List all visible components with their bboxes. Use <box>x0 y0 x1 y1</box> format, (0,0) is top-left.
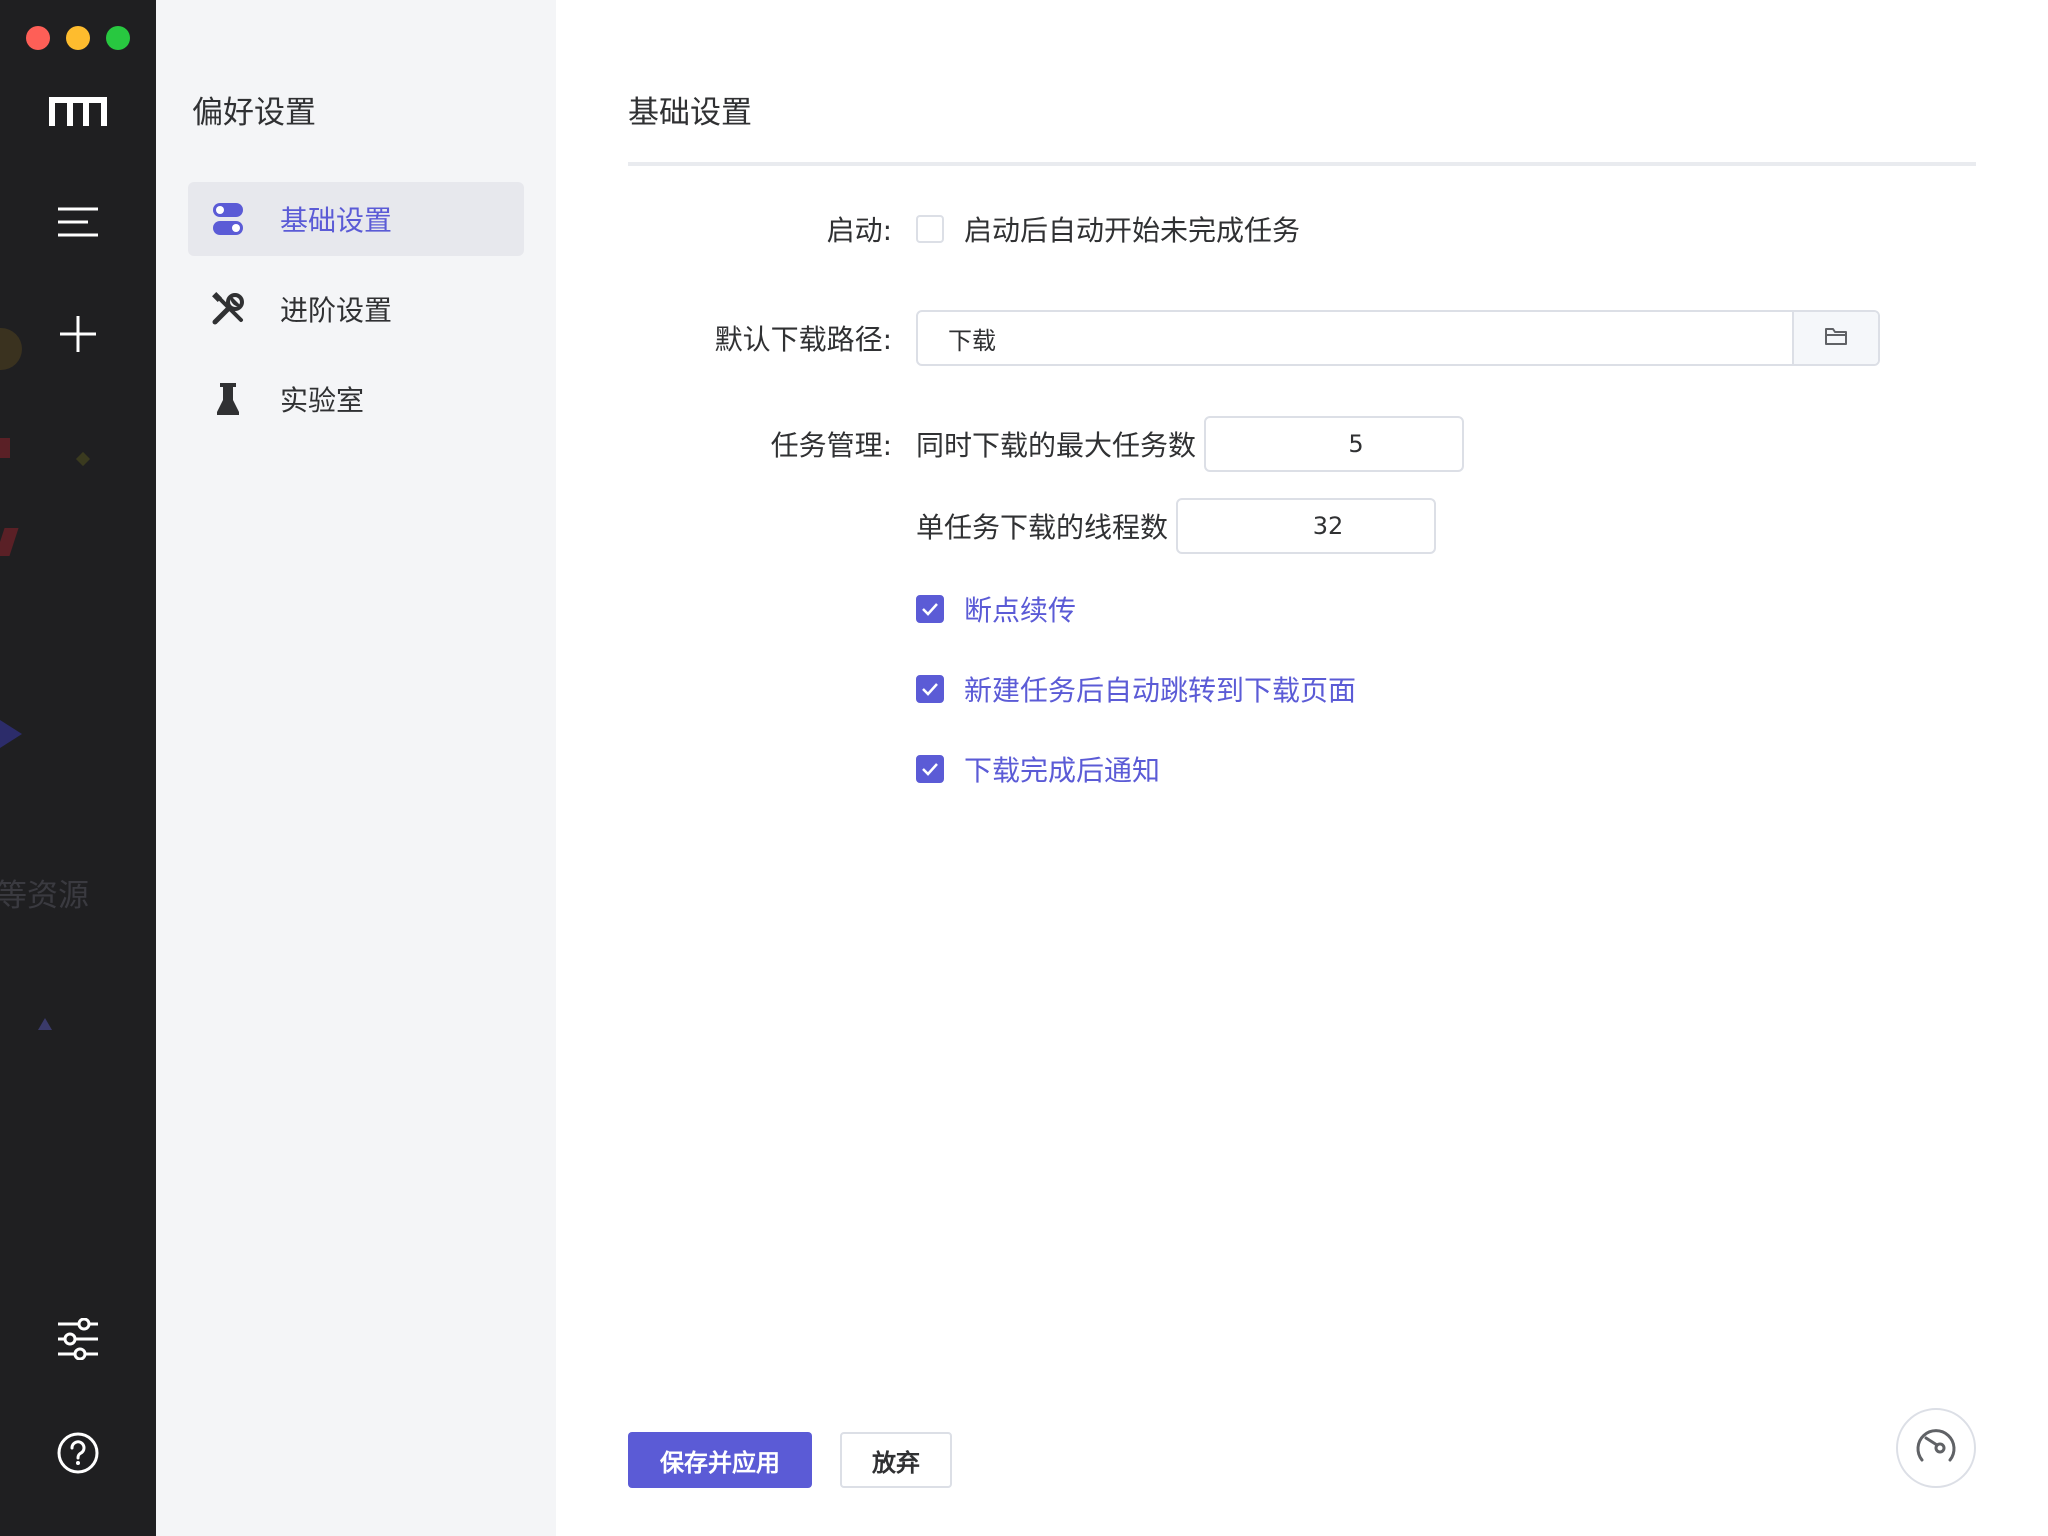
max-concurrent-row: 任务管理: 同时下载的最大任务数 <box>628 416 1976 472</box>
max-concurrent-input[interactable] <box>1206 418 1463 470</box>
window-controls <box>26 26 130 50</box>
background-text: 等资源 <box>0 878 89 914</box>
app-window: 等资源 偏好设置 基础设置 进阶设置 实验室 基础设置 启动: 启动后自动开始未… <box>0 0 2048 1536</box>
download-path-field <box>916 310 1880 366</box>
auto-resume-checkbox[interactable] <box>916 215 944 243</box>
window-minimize-button[interactable] <box>66 26 90 50</box>
window-maximize-button[interactable] <box>106 26 130 50</box>
discard-button[interactable]: 放弃 <box>840 1432 952 1488</box>
auto-jump-label[interactable]: 新建任务后自动跳转到下载页面 <box>964 669 1356 709</box>
basic-settings-form: 启动: 启动后自动开始未完成任务 默认下载路径: 下载 任务管理: 同时下载的最… <box>628 204 1976 794</box>
background-shape <box>75 451 91 467</box>
speedometer-button[interactable] <box>1896 1408 1976 1488</box>
background-shape <box>0 720 22 748</box>
auto-resume-label[interactable]: 启动后自动开始未完成任务 <box>964 209 1300 249</box>
check-icon <box>922 683 938 696</box>
sidebar-title: 偏好设置 <box>192 95 316 131</box>
check-icon <box>922 603 938 616</box>
nav-item-label: 实验室 <box>280 384 365 417</box>
check-icon <box>922 763 938 776</box>
resume-label[interactable]: 断点续传 <box>964 589 1076 629</box>
background-shape <box>0 328 22 370</box>
app-rail: 等资源 <box>0 0 156 1536</box>
nav-item-basic[interactable]: 基础设置 <box>188 182 524 256</box>
preferences-sidebar: 偏好设置 基础设置 进阶设置 实验室 <box>156 0 556 1536</box>
help-icon[interactable] <box>57 1432 99 1474</box>
window-close-button[interactable] <box>26 26 50 50</box>
download-path-input[interactable] <box>918 312 1792 364</box>
save-apply-button[interactable]: 保存并应用 <box>628 1432 812 1488</box>
nav-item-advanced[interactable]: 进阶设置 <box>188 272 524 346</box>
motrix-logo-icon[interactable] <box>49 96 107 128</box>
max-concurrent-label: 同时下载的最大任务数 <box>916 429 1197 462</box>
task-management-label: 任务管理: <box>770 429 892 462</box>
flask-icon <box>210 381 246 417</box>
notify-row: 下载完成后通知 <box>628 744 1976 794</box>
nav-item-label: 基础设置 <box>280 204 393 237</box>
resume-row: 断点续传 <box>628 584 1976 634</box>
plus-icon[interactable] <box>58 314 98 354</box>
auto-jump-checkbox[interactable] <box>916 675 944 703</box>
startup-row: 启动: 启动后自动开始未完成任务 <box>628 204 1976 254</box>
download-path-label: 默认下载路径: <box>714 323 892 356</box>
download-path-row: 默认下载路径: <box>628 310 1976 366</box>
background-shape <box>0 438 10 458</box>
resume-checkbox[interactable] <box>916 595 944 623</box>
title-divider <box>628 162 1976 166</box>
startup-label: 启动: <box>826 214 892 247</box>
nav-item-lab[interactable]: 实验室 <box>188 362 524 436</box>
background-shape <box>38 1018 52 1030</box>
notify-checkbox[interactable] <box>916 755 944 783</box>
tools-icon <box>210 291 246 327</box>
page-title: 基础设置 <box>628 95 752 131</box>
folder-icon <box>1825 326 1847 350</box>
split-row: 单任务下载的线程数 <box>628 498 1976 554</box>
browse-folder-button[interactable] <box>1792 312 1878 364</box>
max-concurrent-stepper <box>1204 416 1465 472</box>
preferences-nav: 基础设置 进阶设置 实验室 <box>188 182 524 436</box>
auto-jump-row: 新建任务后自动跳转到下载页面 <box>628 664 1976 714</box>
preferences-content: 基础设置 启动: 启动后自动开始未完成任务 默认下载路径: 下载 任务管理: 同… <box>556 0 2048 1536</box>
toggle-icon <box>210 201 246 237</box>
split-stepper <box>1176 498 1437 554</box>
menu-icon[interactable] <box>58 206 98 238</box>
background-shape <box>0 528 19 556</box>
split-label: 单任务下载的线程数 <box>916 511 1169 544</box>
speedometer-icon <box>1912 1422 1960 1474</box>
notify-label[interactable]: 下载完成后通知 <box>964 749 1160 789</box>
sliders-icon[interactable] <box>58 1318 98 1360</box>
split-input[interactable] <box>1178 500 1435 552</box>
nav-item-label: 进阶设置 <box>280 294 393 327</box>
